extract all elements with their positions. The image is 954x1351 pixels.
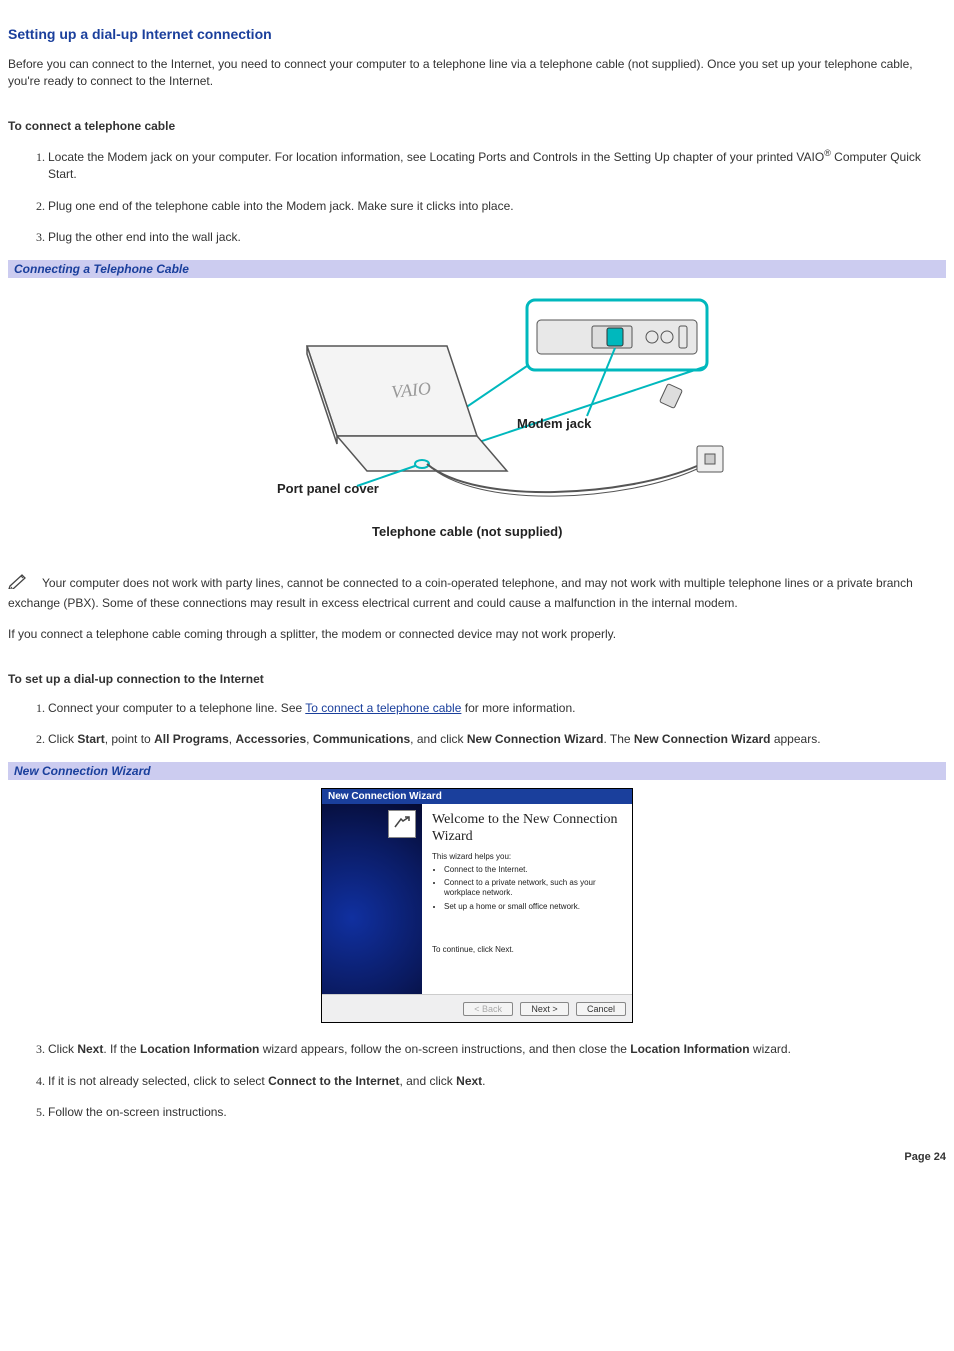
telephone-cable-diagram: VAIO bbox=[217, 286, 737, 546]
registered-mark: ® bbox=[824, 148, 831, 158]
list-item: Follow the on-screen instructions. bbox=[48, 1104, 946, 1121]
wizard-bullet: Set up a home or small office network. bbox=[444, 902, 622, 912]
link-connect-telephone-cable[interactable]: To connect a telephone cable bbox=[305, 701, 461, 715]
wizard-bullet: Connect to the Internet. bbox=[444, 865, 622, 875]
ui-label: New Connection Wizard bbox=[634, 732, 771, 746]
step-text: . If the bbox=[103, 1042, 140, 1056]
note-paragraph-2: If you connect a telephone cable coming … bbox=[8, 626, 946, 643]
wizard-heading: Welcome to the New Connection Wizard bbox=[432, 812, 622, 846]
ui-label: All Programs bbox=[154, 732, 229, 746]
wizard-sidebar-graphic bbox=[322, 804, 422, 994]
step-text: . The bbox=[603, 732, 633, 746]
wizard-titlebar: New Connection Wizard bbox=[322, 789, 632, 804]
ui-label: Communications bbox=[313, 732, 410, 746]
list-item: Plug one end of the telephone cable into… bbox=[48, 198, 946, 215]
step-text: Connect your computer to a telephone lin… bbox=[48, 701, 305, 715]
back-button[interactable]: < Back bbox=[463, 1002, 513, 1016]
step-text: , point to bbox=[105, 732, 154, 746]
step-text: , bbox=[306, 732, 313, 746]
list-item: Connect your computer to a telephone lin… bbox=[48, 700, 946, 717]
list-item: If it is not already selected, click to … bbox=[48, 1073, 946, 1090]
list-item: Click Start, point to All Programs, Acce… bbox=[48, 731, 946, 748]
wizard-bullet: Connect to a private network, such as yo… bbox=[444, 878, 622, 897]
step-text: . bbox=[482, 1074, 485, 1088]
wizard-text: This wizard helps you: bbox=[432, 852, 622, 861]
ui-label: New Connection Wizard bbox=[467, 732, 604, 746]
step-text: , and click bbox=[410, 732, 467, 746]
cancel-button[interactable]: Cancel bbox=[576, 1002, 626, 1016]
note-paragraph-1: Your computer does not work with party l… bbox=[8, 573, 946, 612]
step-text: for more information. bbox=[461, 701, 575, 715]
ui-label: Next bbox=[456, 1074, 482, 1088]
section1-heading: To connect a telephone cable bbox=[8, 119, 946, 133]
step-text: , and click bbox=[399, 1074, 456, 1088]
step-text: Click bbox=[48, 1042, 77, 1056]
wizard-window: New Connection Wizard Welcome to the New… bbox=[321, 788, 633, 1023]
step-text: appears. bbox=[771, 732, 821, 746]
step-text: wizard. bbox=[750, 1042, 791, 1056]
step-text: If it is not already selected, click to … bbox=[48, 1074, 268, 1088]
list-item: Click Next. If the Location Information … bbox=[48, 1041, 946, 1058]
wizard-text: To continue, click Next. bbox=[432, 945, 622, 954]
svg-text:VAIO: VAIO bbox=[390, 378, 432, 402]
diagram-label-port-cover: Port panel cover bbox=[277, 481, 379, 496]
intro-paragraph: Before you can connect to the Internet, … bbox=[8, 56, 946, 91]
diagram-label-modem-jack: Modem jack bbox=[517, 416, 591, 431]
section2-heading: To set up a dial-up connection to the In… bbox=[8, 672, 946, 686]
ui-label: Location Information bbox=[630, 1042, 749, 1056]
figure2-caption-bar: New Connection Wizard bbox=[8, 762, 946, 780]
section2-steps-continued: Click Next. If the Location Information … bbox=[8, 1041, 946, 1121]
ui-label: Start bbox=[77, 732, 104, 746]
step-text: Click bbox=[48, 732, 77, 746]
page-number: Page 24 bbox=[8, 1151, 946, 1163]
wizard-sidebar-icon bbox=[388, 810, 416, 838]
figure2: New Connection Wizard Welcome to the New… bbox=[8, 788, 946, 1023]
list-item: Locate the Modem jack on your computer. … bbox=[48, 147, 946, 184]
next-button[interactable]: Next > bbox=[520, 1002, 568, 1016]
diagram-label-cable: Telephone cable (not supplied) bbox=[372, 524, 562, 539]
note-text: Your computer does not work with party l… bbox=[8, 576, 913, 609]
note-icon bbox=[8, 573, 28, 594]
list-item: Plug the other end into the wall jack. bbox=[48, 229, 946, 246]
section2-steps: Connect your computer to a telephone lin… bbox=[8, 700, 946, 749]
section1-steps: Locate the Modem jack on your computer. … bbox=[8, 147, 946, 247]
step-text: wizard appears, follow the on-screen ins… bbox=[259, 1042, 630, 1056]
ui-label: Connect to the Internet bbox=[268, 1074, 399, 1088]
figure1-caption-bar: Connecting a Telephone Cable bbox=[8, 260, 946, 278]
ui-label: Accessories bbox=[235, 732, 306, 746]
ui-label: Location Information bbox=[140, 1042, 259, 1056]
step-text: Locate the Modem jack on your computer. … bbox=[48, 150, 824, 164]
page-title: Setting up a dial-up Internet connection bbox=[8, 26, 946, 42]
figure1: VAIO Modem jack Port panel cover Telepho… bbox=[8, 286, 946, 549]
ui-label: Next bbox=[77, 1042, 103, 1056]
